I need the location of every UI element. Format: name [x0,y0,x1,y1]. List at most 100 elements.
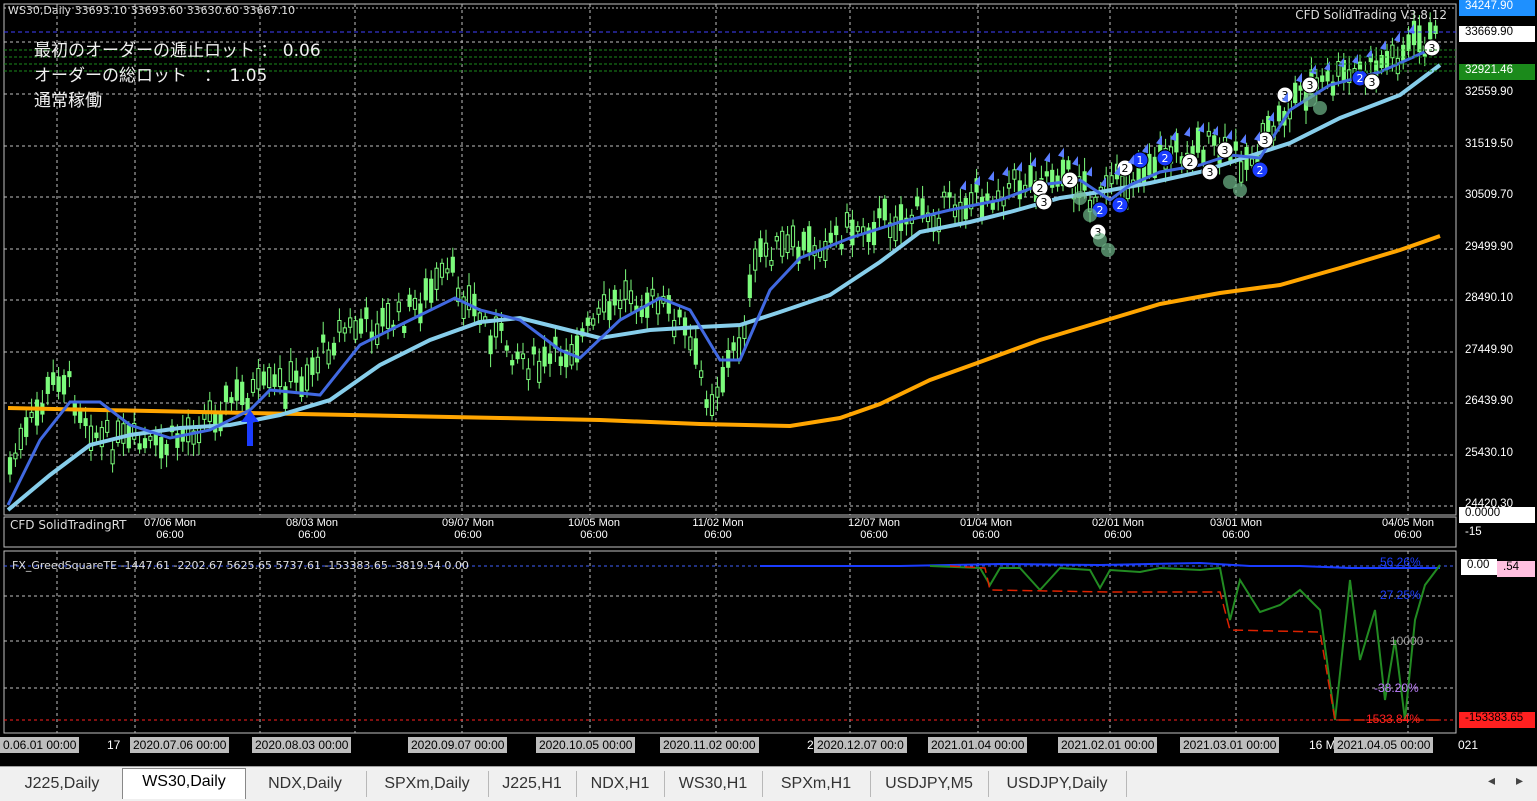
tab-usdjpy-daily[interactable]: USDJPY,Daily [988,771,1127,797]
mt4-chart-window[interactable]: 2222212233233323333 WS30,Daily 33693.10 … [0,0,1537,801]
ind2-equity-line [929,564,1441,721]
candle [607,288,612,329]
candle [612,285,617,316]
candle [1023,173,1028,198]
svg-text:3: 3 [1207,166,1214,179]
candle [618,289,623,322]
bottom-axis-label: 2020.08.03 00:00 [252,737,352,753]
svg-text:3: 3 [1041,196,1048,209]
candle [839,235,844,256]
candle [850,209,855,258]
candle [693,326,698,369]
candle [450,247,455,277]
candle [321,321,326,354]
order-marker: 2 [1156,149,1174,167]
candle [240,374,245,413]
bottom-axis-label: 2020.12.07 00:0 [814,737,907,753]
tab-usdjpy-m5[interactable]: USDJPY,M5 [870,771,989,797]
candle [699,360,704,386]
chevron-right-icon[interactable]: ▸ [1516,772,1523,789]
candle [105,412,110,438]
chevron-left-icon[interactable]: ◂ [1488,772,1495,789]
candle [504,340,509,358]
bottom-axis-label: 2020.07.06 00:00 [130,737,230,753]
candle [747,264,752,307]
indicator2-label: FX_GreedSquareTE -1447.61 -2202.67 5625.… [12,559,469,572]
candle [488,329,493,368]
tab-j225-daily[interactable]: J225,Daily [2,771,123,797]
candle [94,425,99,444]
candle [790,219,796,257]
candle [88,414,94,461]
sell-flag [1324,61,1330,71]
candle [526,358,531,391]
ea-name: CFD SolidTrading V3.8.12 [1295,8,1447,22]
tab-spxm-h1[interactable]: SPXm,H1 [762,771,871,797]
candle [283,381,288,415]
candle [628,279,634,315]
sell-flag [1156,135,1162,146]
tab-j225-h1[interactable]: J225,H1 [488,771,577,797]
total-lot: オーダーの総ロット ： 1.05 [34,66,268,86]
tab-ws30-h1[interactable]: WS30,H1 [664,771,763,797]
candle [353,315,358,344]
candle [763,229,769,268]
tab-spxm-daily[interactable]: SPXm,Daily [366,771,489,797]
price-axis-label: 26439.90 [1465,395,1513,407]
candle [277,355,283,395]
candle [1347,55,1352,95]
candle [731,335,736,361]
bottom-axis-label: 021 [1458,738,1479,752]
tab-ws30-daily[interactable]: WS30,Daily [122,768,246,799]
tab-ndx-daily[interactable]: NDX,Daily [244,771,367,797]
candle [364,297,369,333]
order-marker: 2 [1181,153,1199,171]
svg-text:3: 3 [1429,42,1436,55]
candle [520,342,526,370]
candle [774,232,779,250]
candle [1195,121,1201,158]
price-axis-label: 29499.90 [1465,241,1513,253]
candle [585,311,590,335]
price-axis-label: 32559.90 [1465,86,1513,98]
order-marker: 3 [1201,163,1219,181]
candle [310,350,315,387]
bottom-axis-label: 2021.03.01 00:00 [1180,737,1280,753]
candle [7,451,13,483]
status-text: 通常稼働 [34,91,102,111]
candle [294,357,299,393]
candle [537,348,542,389]
candle [645,287,650,330]
candle [213,404,218,441]
price-axis-label: 27449.90 [1465,344,1513,356]
candle [1433,19,1438,39]
tab-ndx-h1[interactable]: NDX,H1 [576,771,665,797]
order-marker: 2 [1111,196,1129,214]
history-marker [1233,183,1247,197]
candle [682,311,688,349]
price-chart-canvas[interactable]: 222 221 2 23323332 3333 [0,0,1537,800]
svg-text:2: 2 [1097,204,1104,217]
svg-text:3: 3 [1307,79,1314,92]
candle [704,390,709,416]
sell-flag [1016,161,1022,172]
candle [45,371,50,406]
candle [720,355,725,397]
candle [456,276,461,307]
sell-flag [988,171,994,181]
candle [375,310,380,349]
indicator2-grid [4,551,1456,733]
chart-tab-bar: J225,Daily WS30,Daily NDX,Daily SPXm,Daily J… [0,766,1537,801]
bottom-axis-label: 17 [107,738,121,752]
candle [1330,74,1336,102]
candle [969,184,974,217]
svg-text:2: 2 [1162,152,1169,165]
order-marker: 3 [1301,76,1319,94]
order-marker: 2 [1031,179,1049,197]
candle [709,383,715,421]
candle [137,434,142,454]
pct-purple: -38.20% [1374,681,1419,695]
candle [996,178,1001,211]
bottom-axis-label: 2020.11.02 00:00 [660,737,759,753]
candle [358,308,364,339]
